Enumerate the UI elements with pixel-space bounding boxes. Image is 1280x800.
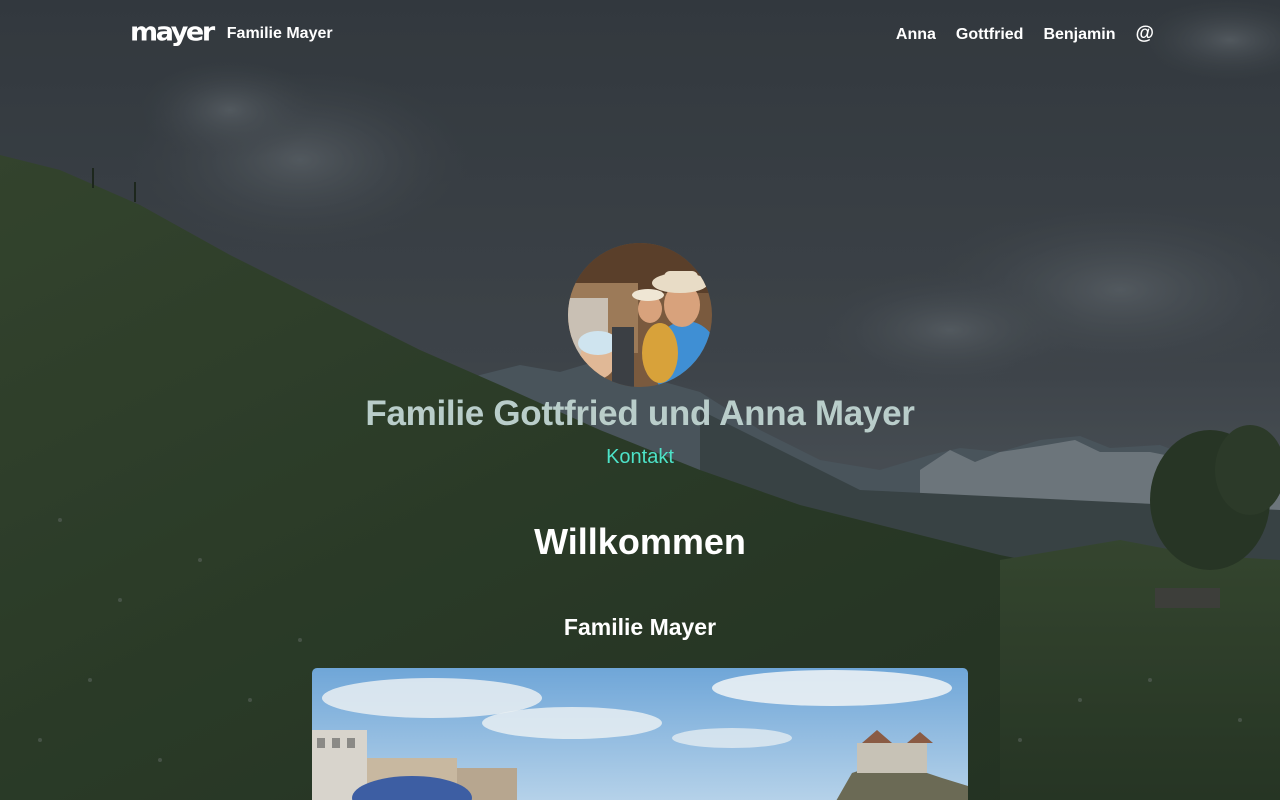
main-nav: Anna Gottfried Benjamin @ [896, 23, 1154, 46]
site-logo: mayer [130, 17, 215, 47]
contact-link[interactable]: Kontakt [0, 446, 1280, 469]
site-header: mayer Familie Mayer Anna Gottfried Benja… [0, 0, 1280, 68]
home-link[interactable]: mayer Familie Mayer [130, 18, 333, 50]
section-title: Willkommen [534, 521, 746, 562]
at-icon[interactable]: @ [1135, 23, 1154, 45]
nav-item-gottfried[interactable]: Gottfried [956, 26, 1024, 44]
subsection-title: Familie Mayer [563, 614, 717, 640]
nav-item-benjamin[interactable]: Benjamin [1043, 26, 1115, 44]
nav-item-anna[interactable]: Anna [896, 26, 936, 44]
family-photo [312, 668, 968, 800]
hero-title: Familie Gottfried und Anna Mayer [365, 394, 915, 433]
site-name: Familie Mayer [226, 25, 333, 42]
family-avatar [568, 243, 712, 387]
